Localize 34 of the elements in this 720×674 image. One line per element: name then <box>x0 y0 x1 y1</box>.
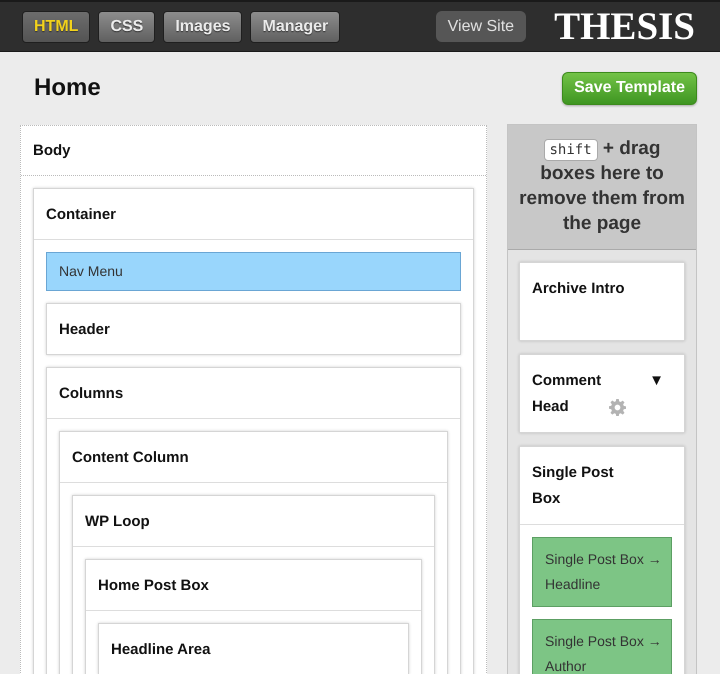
nav-tab[interactable]: HTML <box>22 10 90 42</box>
box-title: WP Loop <box>85 512 150 530</box>
dropdown-toggle[interactable]: ▼ <box>649 368 664 394</box>
layout-box[interactable]: Headline Area <box>98 623 409 674</box>
box-title: Headline Area <box>111 640 210 658</box>
box-title: Content Column <box>72 448 189 466</box>
box-title: Comment Head <box>532 371 602 417</box>
tray-box[interactable]: Archive Intro <box>519 262 685 341</box>
nav-tab[interactable]: Manager <box>250 10 340 42</box>
box-title: Body <box>33 142 70 159</box>
box-title: Columns <box>59 384 124 402</box>
nav-tab[interactable]: Images <box>163 10 242 42</box>
layout-box[interactable]: Columns Content Column WP Loop Home Post Box Headline Area <box>46 367 461 674</box>
layout-box[interactable]: WP Loop Home Post Box Headline Area <box>72 495 435 674</box>
tray-box[interactable]: Single Post Box Single Post Box → Headline Single Post Box → Author <box>519 446 685 674</box>
drop-hint-text: shift + drag boxes here to remove them from the page <box>519 137 685 236</box>
layout-box[interactable]: Home Post Box Headline Area <box>85 559 422 674</box>
element-block[interactable]: Single Post Box → Headline <box>532 537 672 607</box>
view-site-button[interactable]: View Site <box>436 11 526 42</box>
layout-box[interactable]: Container Nav Menu Header Columns Content Column WP Loop Home Post Box Headline Area <box>33 188 474 674</box>
box-title: Single Post Box <box>532 463 615 509</box>
tray-box[interactable]: Comment Head ▼ <box>519 354 685 433</box>
nav-tab[interactable]: CSS <box>98 10 156 42</box>
layout-box[interactable]: Header <box>46 303 461 355</box>
layout-box[interactable]: Content Column WP Loop Home Post Box Headline Area <box>59 431 448 674</box>
logo: THESIS <box>554 7 695 46</box>
box-title: Archive Intro <box>532 279 625 299</box>
box-title: Header <box>59 320 110 338</box>
page-title: Home <box>34 74 101 102</box>
box-title: Home Post Box <box>98 576 209 594</box>
element-block[interactable]: Nav Menu <box>46 252 461 291</box>
element-block[interactable]: Single Post Box → Author <box>532 619 672 674</box>
settings-icon[interactable] <box>609 399 626 416</box>
box-title: Container <box>46 206 116 222</box>
